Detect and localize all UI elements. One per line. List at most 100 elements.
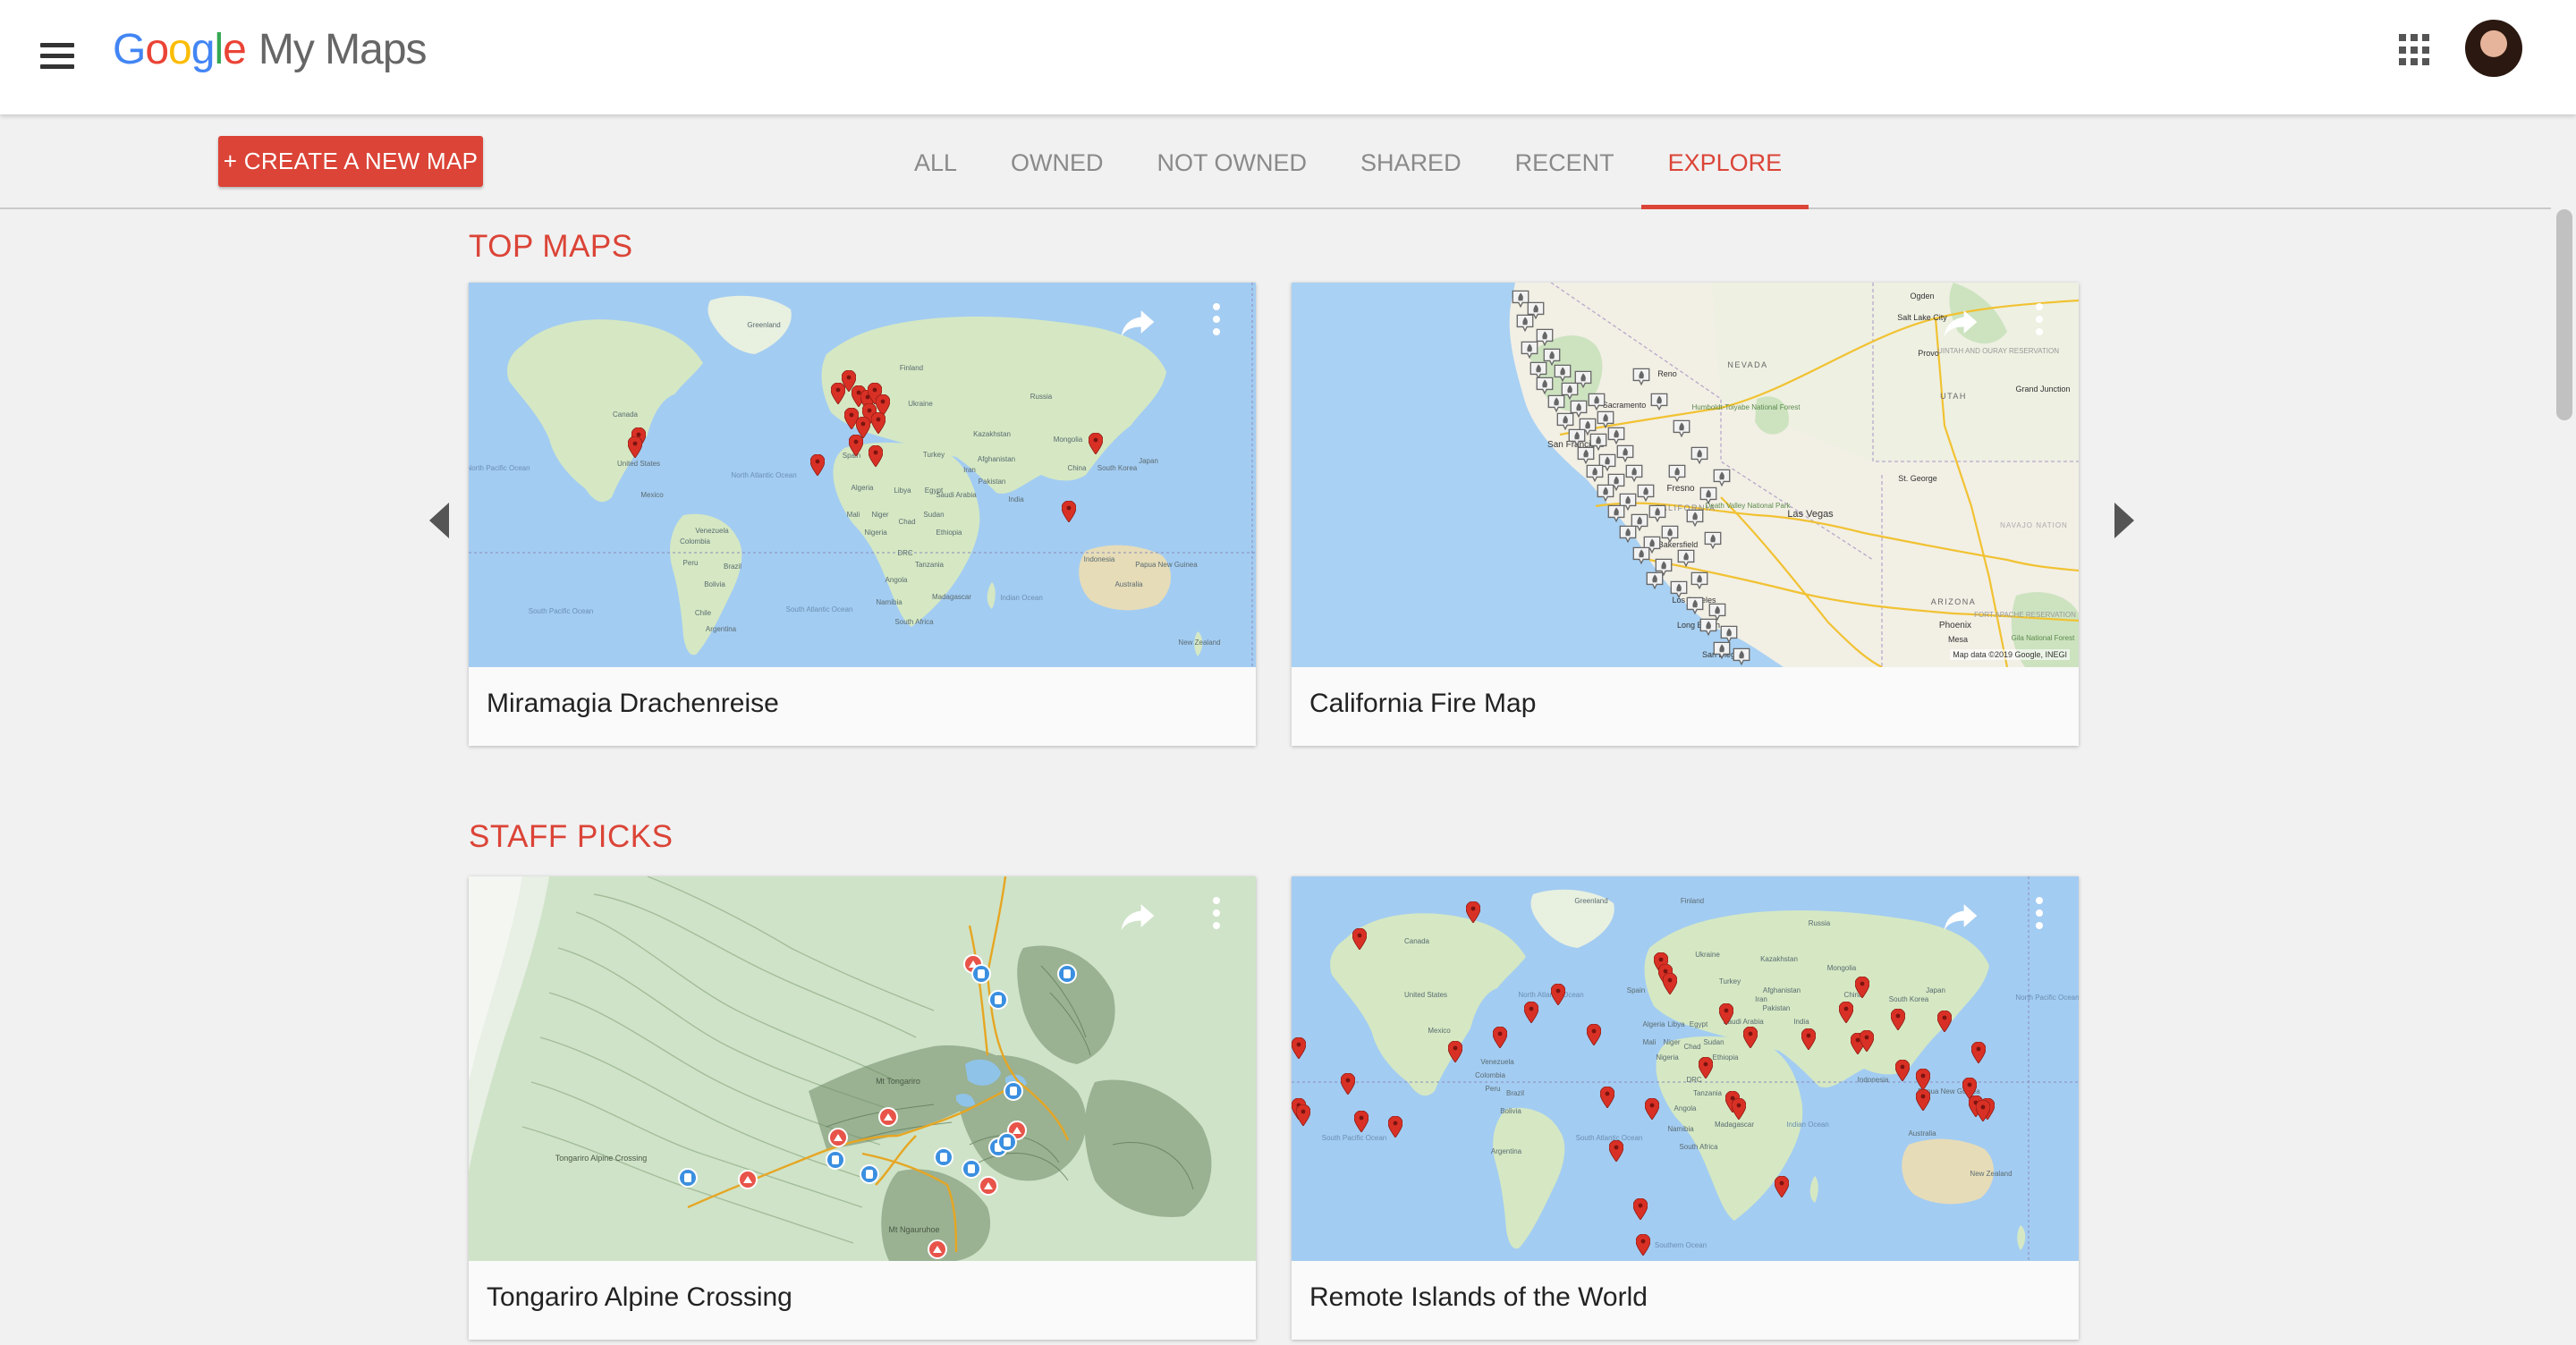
map-label: Indonesia (1084, 555, 1115, 563)
map-label: Egypt (1690, 1020, 1708, 1028)
scrollbar-thumb[interactable] (2556, 209, 2572, 420)
map-label: Kazakhstan (973, 430, 1011, 438)
map-label: United States (1404, 991, 1447, 999)
map-label: Japan (1926, 986, 1945, 994)
map-label: Mexico (1428, 1027, 1451, 1035)
map-label: Niger (871, 511, 888, 519)
map-label: Argentina (1491, 1147, 1522, 1155)
map-label: Las Vegas (1787, 509, 1834, 520)
map-label: Greenland (1574, 897, 1607, 905)
map-label: South Africa (894, 618, 934, 626)
map-label: South Atlantic Ocean (786, 605, 853, 613)
map-label: India (1793, 1018, 1809, 1026)
map-label: Brazil (724, 563, 741, 571)
map-label: Peru (683, 559, 699, 567)
map-label: Indian Ocean (1786, 1121, 1829, 1129)
map-label: South Pacific Ocean (529, 607, 593, 615)
map-label: Humboldt-Toiyabe National Forest (1692, 403, 1801, 411)
map-label: Southern Ocean (1655, 1241, 1707, 1249)
map-label: Sacramento (1603, 401, 1647, 410)
map-label: Mesa (1948, 635, 1968, 644)
logo-letter: o (168, 26, 192, 73)
map-label: Iran (1755, 995, 1767, 1003)
logo-letter: g (191, 26, 216, 73)
share-icon[interactable] (1118, 302, 1157, 342)
map-label: Turkey (923, 451, 945, 459)
map-label: Venezuela (695, 527, 729, 535)
tab-not-owned[interactable]: NOT OWNED (1131, 114, 1335, 207)
carousel-prev-arrow-icon[interactable] (429, 503, 449, 538)
more-options-icon[interactable] (1204, 300, 1229, 343)
map-label: Iran (963, 466, 976, 474)
map-label: India (1008, 495, 1024, 503)
map-label: Niger (1663, 1038, 1680, 1046)
map-label: Russia (1030, 393, 1053, 401)
map-label: Peru (1486, 1085, 1501, 1093)
card-title: Tongariro Alpine Crossing (487, 1282, 792, 1312)
map-label: New Zealand (1178, 639, 1220, 647)
map-label: Mongolia (1054, 436, 1083, 444)
map-label: South Korea (1889, 995, 1929, 1003)
map-label: DRC (897, 549, 913, 557)
map-label: NAVAJO NATION (2000, 521, 2068, 529)
map-label: China (1068, 464, 1087, 472)
more-options-icon[interactable] (1204, 894, 1229, 937)
card-title: California Fire Map (1309, 689, 1537, 718)
tab-explore[interactable]: EXPLORE (1640, 114, 1809, 209)
map-label: Colombia (1475, 1071, 1505, 1079)
map-label: Canada (1404, 937, 1430, 945)
map-label: Reno (1657, 369, 1677, 378)
map-label: Tongariro Alpine Crossing (555, 1154, 648, 1163)
map-label: FORT APACHE RESERVATION (1974, 611, 2076, 619)
map-label: Madagascar (932, 593, 971, 601)
map-label: North Pacific Ocean (2015, 994, 2079, 1002)
tab-all[interactable]: ALL (887, 114, 984, 207)
user-avatar[interactable] (2465, 20, 2522, 77)
map-card-miramagia[interactable]: Greenland Canada United States North Pac… (469, 283, 1256, 746)
map-label: Argentina (706, 625, 737, 633)
carousel-next-arrow-icon[interactable] (2114, 503, 2134, 538)
map-label: Turkey (1719, 977, 1741, 985)
map-label: NEVADA (1727, 360, 1767, 369)
map-label: Indian Ocean (1000, 594, 1043, 602)
map-label: Namibia (1667, 1125, 1694, 1133)
map-label: Sudan (923, 511, 944, 519)
map-label: Ogden (1910, 292, 1934, 300)
tab-owned[interactable]: OWNED (984, 114, 1131, 207)
share-icon[interactable] (1118, 896, 1157, 935)
map-label: Bakersfield (1658, 540, 1699, 549)
google-my-maps-logo[interactable]: Google My Maps (113, 25, 428, 74)
share-icon[interactable] (1941, 302, 1980, 342)
map-label: Spain (1627, 986, 1645, 994)
map-label: Chile (695, 609, 712, 617)
tab-shared[interactable]: SHARED (1334, 114, 1488, 207)
map-label: Pakistan (979, 478, 1006, 486)
tab-recent[interactable]: RECENT (1488, 114, 1641, 207)
map-card-remote-islands[interactable]: Greenland Canada United States North Pac… (1292, 876, 2079, 1340)
map-label: Mali (1643, 1038, 1657, 1046)
map-label: North Atlantic Ocean (731, 471, 796, 479)
map-label: Mt Tongariro (876, 1077, 920, 1086)
logo-letter: G (113, 26, 146, 73)
map-label: Finland (900, 364, 923, 372)
map-label: Madagascar (1715, 1121, 1754, 1129)
map-label: South Pacific Ocean (1322, 1134, 1386, 1142)
map-card-tongariro[interactable]: Mt Tongariro Tongariro Alpine Crossing M… (469, 876, 1256, 1340)
hamburger-menu-icon[interactable] (36, 36, 79, 79)
map-label: Saudi Arabia (936, 491, 977, 499)
share-icon[interactable] (1941, 896, 1980, 935)
map-label: Nigeria (864, 529, 887, 537)
map-card-california-fire[interactable]: NEVADA UTAH CALIFORNIA ARIZONA San Franc… (1292, 283, 2079, 746)
map-label: Mt Ngauruhoe (888, 1225, 939, 1234)
map-label: Libya (894, 486, 911, 495)
map-label: Death Valley National Park (1705, 502, 1791, 510)
logo-letter: e (223, 26, 247, 73)
card-title: Remote Islands of the World (1309, 1282, 1648, 1312)
map-label: Bolivia (1500, 1107, 1521, 1115)
apps-grid-icon[interactable] (2399, 34, 2431, 66)
create-new-map-button[interactable]: + CREATE A NEW MAP (218, 136, 483, 187)
more-options-icon[interactable] (2027, 300, 2052, 343)
map-label: Afghanistan (978, 455, 1015, 463)
more-options-icon[interactable] (2027, 894, 2052, 937)
map-label: Finland (1681, 897, 1704, 905)
